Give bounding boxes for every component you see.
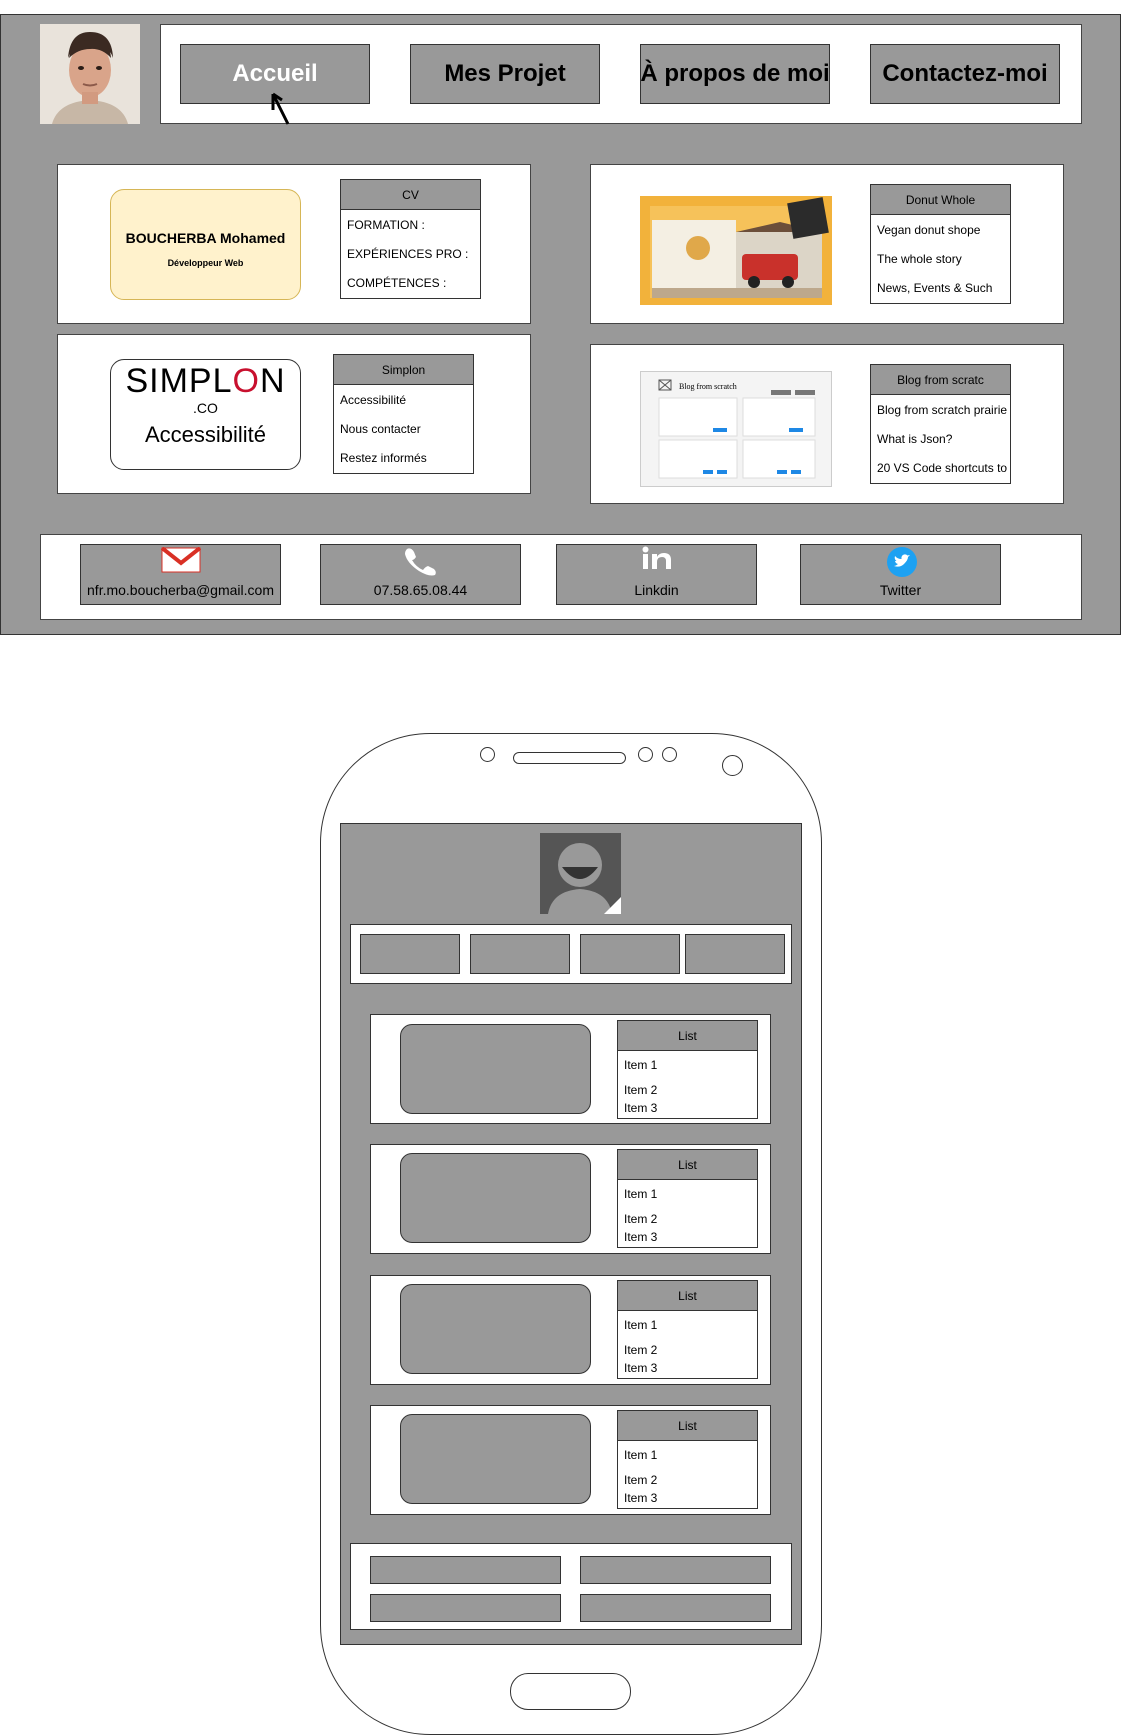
mouse-cursor-icon — [271, 92, 290, 125]
twitter-label: Twitter — [879, 582, 922, 598]
mobile-list-item[interactable]: Item 3 — [618, 1097, 757, 1118]
mobile-list-title: List — [618, 1411, 757, 1441]
email-label: nfr.mo.boucherba@gmail.com — [87, 582, 274, 598]
phone-sensor-icon — [638, 747, 653, 762]
mobile-nav-button[interactable] — [580, 934, 680, 974]
blog-list: Blog from scratc Blog from scratch prair… — [870, 364, 1011, 484]
donut-shop-image — [640, 196, 832, 305]
nav-contact-label: Contactez-moi — [882, 60, 1048, 87]
simplon-logo-sub: .CO — [193, 400, 218, 416]
mobile-list-item[interactable]: Item 3 — [618, 1487, 757, 1508]
cv-list-item[interactable]: COMPÉTENCES : — [341, 268, 480, 297]
mobile-footer-button[interactable] — [370, 1556, 561, 1584]
mobile-footer-button[interactable] — [370, 1594, 561, 1622]
cv-list-item[interactable]: EXPÉRIENCES PRO : — [341, 239, 480, 268]
nav-accueil-label: Accueil — [232, 60, 318, 87]
profile-role: Développeur Web — [167, 258, 244, 268]
blog-list-title: Blog from scratc — [871, 365, 1010, 395]
donut-list-item[interactable]: Vegan donut shope — [871, 215, 1010, 244]
phone-button[interactable]: 07.58.65.08.44 — [320, 544, 521, 605]
mobile-card-image — [400, 1284, 591, 1374]
mobile-list: List Item 1 Item 2 Item 3 — [617, 1280, 758, 1379]
avatar-placeholder-icon — [540, 833, 621, 914]
nav-mes-projet-button[interactable]: Mes Projet — [410, 44, 600, 104]
mobile-nav-button[interactable] — [685, 934, 785, 974]
simplon-logo: SIMPLON — [125, 362, 286, 400]
mobile-footer-button[interactable] — [580, 1556, 771, 1584]
mobile-list: List Item 1 Item 2 Item 3 — [617, 1410, 758, 1509]
mobile-nav-button[interactable] — [470, 934, 570, 974]
phone-camera-icon — [722, 755, 743, 776]
mobile-list-item[interactable]: Item 1 — [618, 1314, 757, 1335]
mobile-list-item[interactable]: Item 1 — [618, 1444, 757, 1465]
phone-icon — [405, 548, 436, 576]
phone-label: 07.58.65.08.44 — [373, 582, 468, 598]
simplon-list-title: Simplon — [334, 355, 473, 385]
blog-list-item[interactable]: What is Json? — [871, 424, 1010, 453]
donut-list-title: Donut Whole — [871, 185, 1010, 215]
simplon-list-item[interactable]: Restez informés — [334, 443, 473, 472]
twitter-button[interactable]: Twitter — [800, 544, 1001, 605]
mobile-card-image — [400, 1414, 591, 1504]
phone-speaker-icon — [513, 752, 626, 764]
phone-home-button[interactable] — [510, 1673, 631, 1710]
mobile-list-item[interactable]: Item 1 — [618, 1054, 757, 1075]
simplon-subtitle: Accessibilité — [144, 422, 267, 447]
cv-list: CV FORMATION : EXPÉRIENCES PRO : COMPÉTE… — [340, 179, 481, 299]
profile-name: BOUCHERBA Mohamed — [125, 230, 286, 246]
nav-a-propos-label: À propos de moi — [640, 60, 830, 87]
nav-a-propos-button[interactable]: À propos de moi — [640, 44, 830, 104]
phone-sensor-icon — [480, 747, 495, 762]
twitter-icon — [887, 547, 917, 577]
mobile-list-title: List — [618, 1150, 757, 1180]
email-button[interactable]: nfr.mo.boucherba@gmail.com — [80, 544, 281, 605]
mobile-nav-button[interactable] — [360, 934, 460, 974]
mobile-card-image — [400, 1153, 591, 1243]
mobile-list: List Item 1 Item 2 Item 3 — [617, 1149, 758, 1248]
blog-list-item[interactable]: 20 VS Code shortcuts to — [871, 453, 1010, 482]
mobile-list-item[interactable]: Item 1 — [618, 1183, 757, 1204]
linkedin-icon — [642, 546, 671, 569]
mobile-card-image — [400, 1024, 591, 1114]
mobile-list-item[interactable]: Item 3 — [618, 1226, 757, 1247]
blog-list-item[interactable]: Blog from scratch prairie — [871, 395, 1010, 424]
donut-list: Donut Whole Vegan donut shope The whole … — [870, 184, 1011, 304]
mobile-list-title: List — [618, 1281, 757, 1311]
simplon-list: Simplon Accessibilité Nous contacter Res… — [333, 354, 474, 474]
nav-contact-button[interactable]: Contactez-moi — [870, 44, 1060, 104]
nav-mes-projet-label: Mes Projet — [444, 60, 566, 87]
simplon-list-item[interactable]: Nous contacter — [334, 414, 473, 443]
profile-badge: BOUCHERBA Mohamed Développeur Web — [110, 189, 301, 300]
donut-list-item[interactable]: The whole story — [871, 244, 1010, 273]
mobile-footer-button[interactable] — [580, 1594, 771, 1622]
blog-thumb-title: Blog from scratch — [679, 382, 737, 391]
mobile-list-title: List — [618, 1021, 757, 1051]
gmail-icon — [161, 547, 201, 573]
mobile-list: List Item 1 Item 2 Item 3 — [617, 1020, 758, 1119]
cv-list-item[interactable]: FORMATION : — [341, 210, 480, 239]
phone-sensor-icon — [662, 747, 677, 762]
simplon-logo-box: SIMPLON .CO Accessibilité — [110, 359, 301, 470]
mobile-list-item[interactable]: Item 3 — [618, 1357, 757, 1378]
cv-list-title: CV — [341, 180, 480, 210]
blog-thumbnail: Blog from scratch — [640, 371, 832, 487]
simplon-list-item[interactable]: Accessibilité — [334, 385, 473, 414]
linkedin-button[interactable]: Linkdin — [556, 544, 757, 605]
profile-photo — [40, 24, 140, 124]
linkedin-label: Linkdin — [634, 582, 679, 598]
donut-list-item[interactable]: News, Events & Such — [871, 273, 1010, 302]
